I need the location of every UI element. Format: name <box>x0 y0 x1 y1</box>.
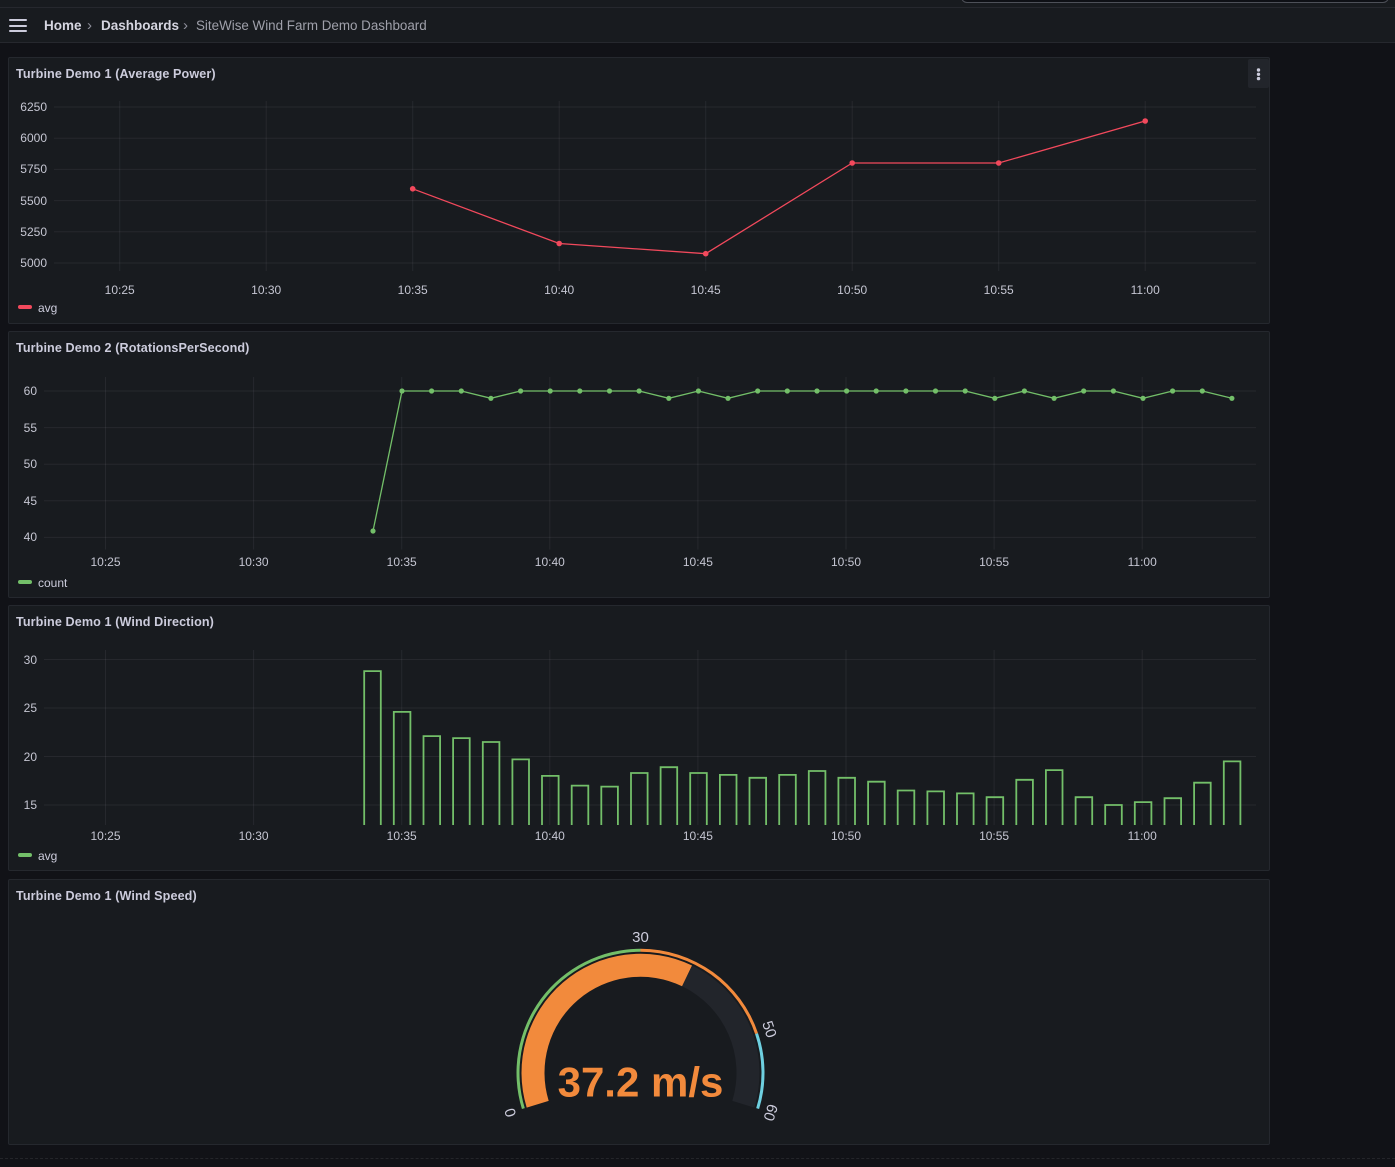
svg-text:0: 0 <box>502 1106 521 1119</box>
svg-text:50: 50 <box>758 1019 779 1040</box>
svg-text:30: 30 <box>632 929 649 946</box>
svg-text:60: 60 <box>760 1102 781 1123</box>
svg-text:37.2 m/s: 37.2 m/s <box>558 1059 724 1106</box>
